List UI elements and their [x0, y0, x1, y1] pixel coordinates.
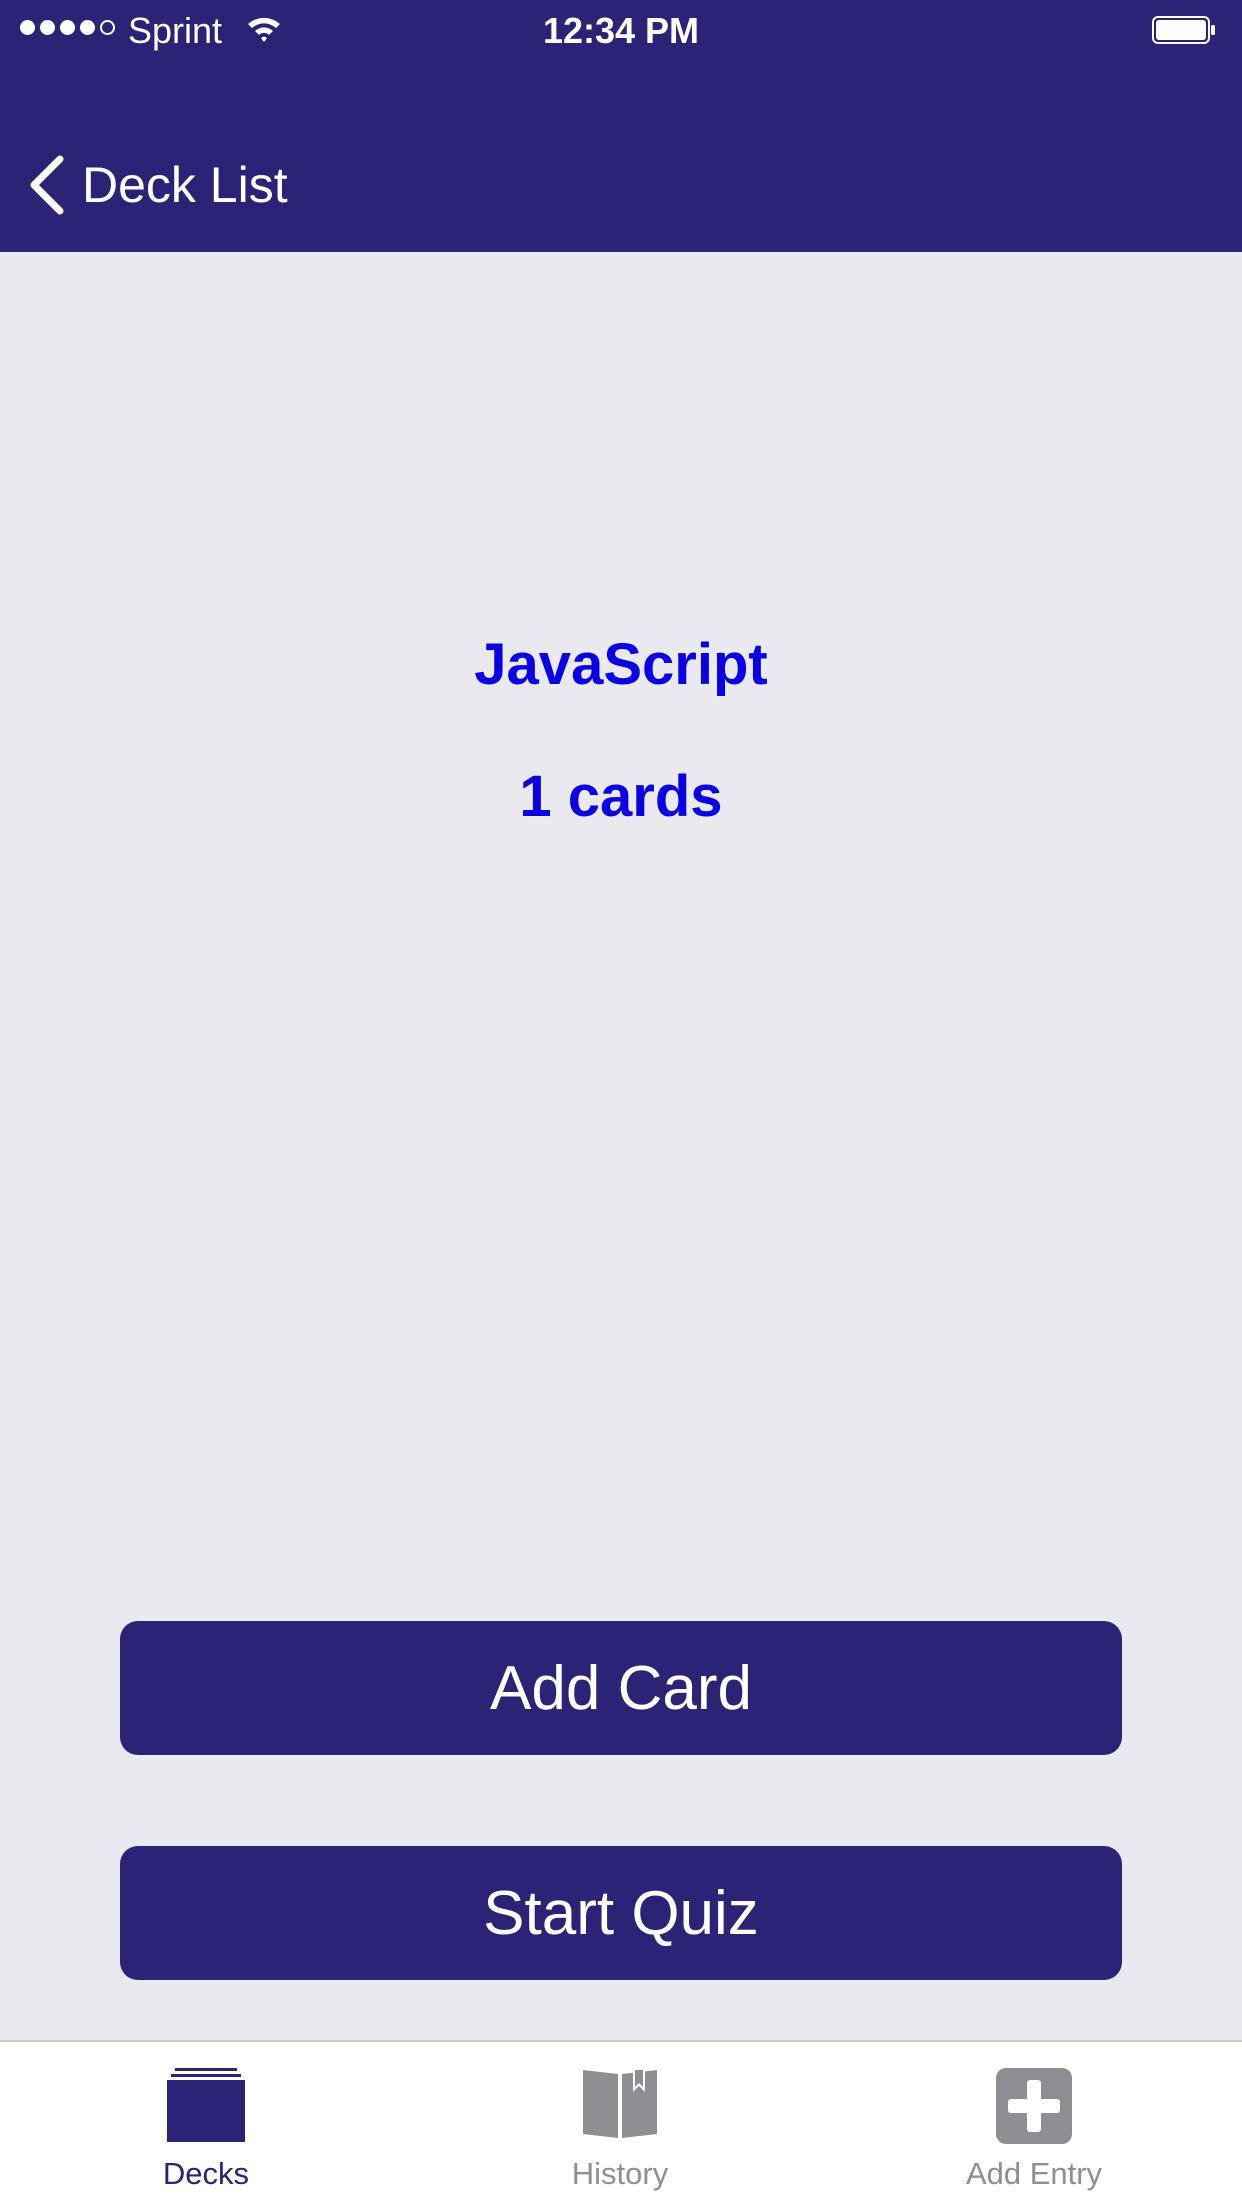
tab-add-entry-label: Add Entry — [965, 2156, 1103, 2191]
tab-history[interactable]: History — [470, 2042, 770, 2208]
back-button-label: Deck List — [82, 157, 288, 213]
start-quiz-button-label: Start Quiz — [483, 1878, 759, 1948]
add-card-button[interactable]: Add Card — [120, 1621, 1122, 1755]
tab-add-entry[interactable]: Add Entry — [884, 2042, 1184, 2208]
book-icon — [583, 2070, 657, 2138]
tab-history-label: History — [571, 2156, 669, 2191]
tab-bar: Decks History Add Entry — [0, 2040, 1242, 2208]
tab-decks[interactable]: Decks — [56, 2042, 356, 2208]
app-header: Sprint 12:34 PM Deck List — [0, 0, 1242, 252]
chevron-left-icon — [30, 155, 64, 215]
decks-icon — [167, 2068, 245, 2142]
deck-title: JavaScript — [474, 632, 768, 697]
deck-card-count: 1 cards — [519, 764, 723, 829]
status-bar: Sprint 12:34 PM — [0, 0, 1242, 60]
start-quiz-button[interactable]: Start Quiz — [120, 1846, 1122, 1980]
battery-icon — [1152, 16, 1215, 44]
tab-decks-label: Decks — [162, 2156, 250, 2191]
status-time: 12:34 PM — [542, 10, 700, 51]
navigation-bar: Deck List — [0, 120, 1242, 252]
back-button[interactable]: Deck List — [24, 150, 288, 220]
add-card-button-label: Add Card — [490, 1653, 752, 1723]
plus-square-icon — [996, 2068, 1072, 2144]
